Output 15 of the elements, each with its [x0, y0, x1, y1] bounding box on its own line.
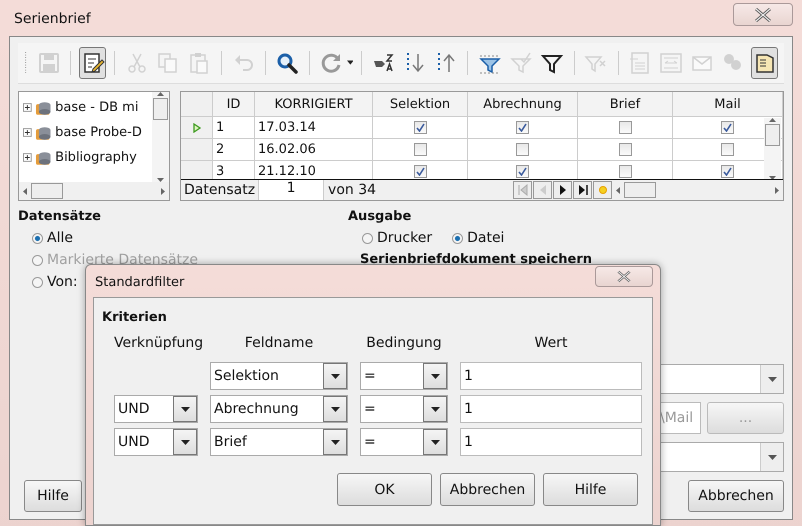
column-label: Feldname [244, 335, 314, 353]
record-count: von 34 [327, 182, 378, 198]
column-label: Bedingung [365, 335, 443, 353]
table-cell: 16.02.06 [255, 139, 373, 161]
section-heading: Ausgabe [348, 209, 412, 224]
dialog-title: Standardfilter [95, 275, 184, 290]
section-heading: Kriterien [102, 310, 168, 325]
table-cell: 2 [213, 139, 255, 161]
column-label: Wert [534, 335, 568, 353]
table-cell: 1 [213, 117, 255, 139]
record-label: Datensatz [183, 182, 256, 198]
section-heading: Serienbriefdokument speichern [360, 252, 592, 267]
window-title: Serienbrief [14, 11, 91, 27]
section-heading: Datensätze [18, 209, 102, 224]
table-cell: 17.03.14 [255, 117, 373, 139]
